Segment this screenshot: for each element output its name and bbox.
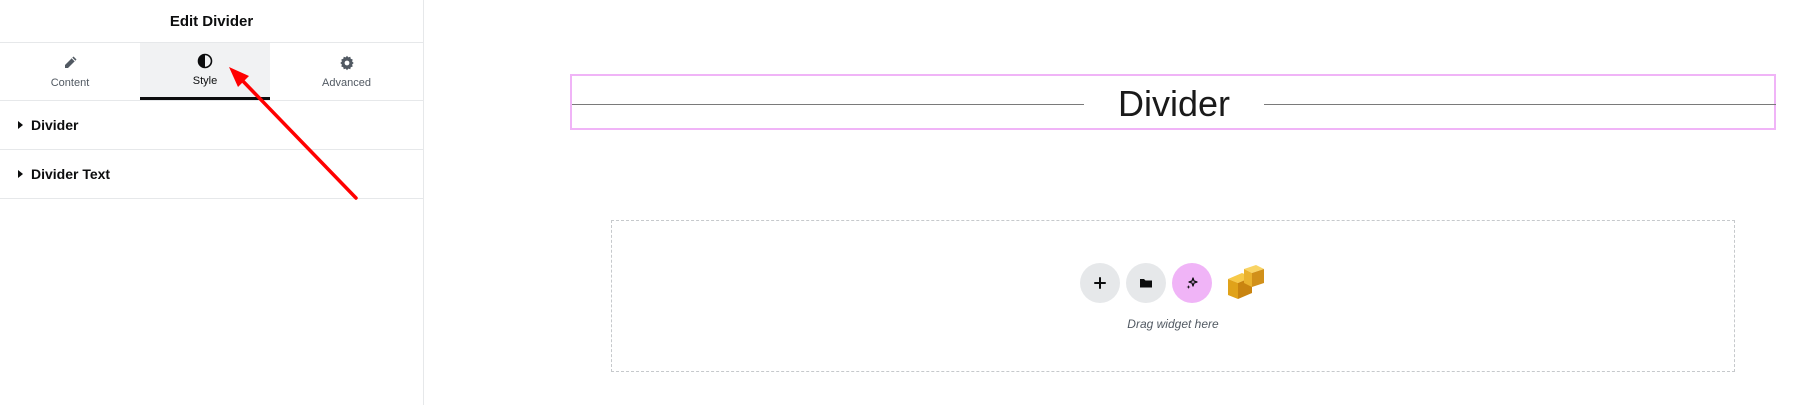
section-divider-label: Divider <box>31 117 79 133</box>
panel-title: Edit Divider <box>0 0 423 43</box>
tab-content[interactable]: Content <box>0 43 140 100</box>
divider-widget[interactable]: Divider <box>570 74 1776 130</box>
half-circle-contrast-icon <box>197 53 213 69</box>
tab-advanced[interactable]: Advanced <box>270 43 423 100</box>
gear-icon <box>339 55 354 70</box>
plus-icon <box>1094 277 1106 289</box>
section-divider-text[interactable]: Divider Text <box>0 150 423 199</box>
panel-tabs: Content Style Advanced <box>0 43 423 101</box>
tab-content-label: Content <box>50 76 90 89</box>
dropzone-buttons <box>612 263 1734 303</box>
add-section-button[interactable] <box>1080 263 1120 303</box>
tab-style[interactable]: Style <box>140 43 270 100</box>
folder-icon <box>1140 279 1152 288</box>
ai-sparkle-icon <box>1186 277 1198 289</box>
dropzone-label: Drag widget here <box>1127 317 1219 331</box>
tab-style-label: Style <box>192 75 218 87</box>
widget-dropzone[interactable]: Drag widget here <box>611 220 1735 372</box>
divider-line-right <box>1264 104 1776 105</box>
tab-advanced-label: Advanced <box>322 76 371 89</box>
pencil-icon <box>65 56 77 68</box>
ai-generate-button[interactable] <box>1172 263 1212 303</box>
template-kit-cube-icon[interactable] <box>1222 263 1266 303</box>
section-divider-text-label: Divider Text <box>31 166 111 182</box>
add-template-button[interactable] <box>1126 263 1166 303</box>
caret-right-icon <box>18 170 23 178</box>
section-divider[interactable]: Divider <box>0 101 423 150</box>
divider-line-left <box>572 104 1084 105</box>
caret-right-icon <box>18 121 23 129</box>
editor-panel: Edit Divider Content Style Advanced Divi… <box>0 0 424 405</box>
divider-text: Divider <box>1117 83 1231 124</box>
